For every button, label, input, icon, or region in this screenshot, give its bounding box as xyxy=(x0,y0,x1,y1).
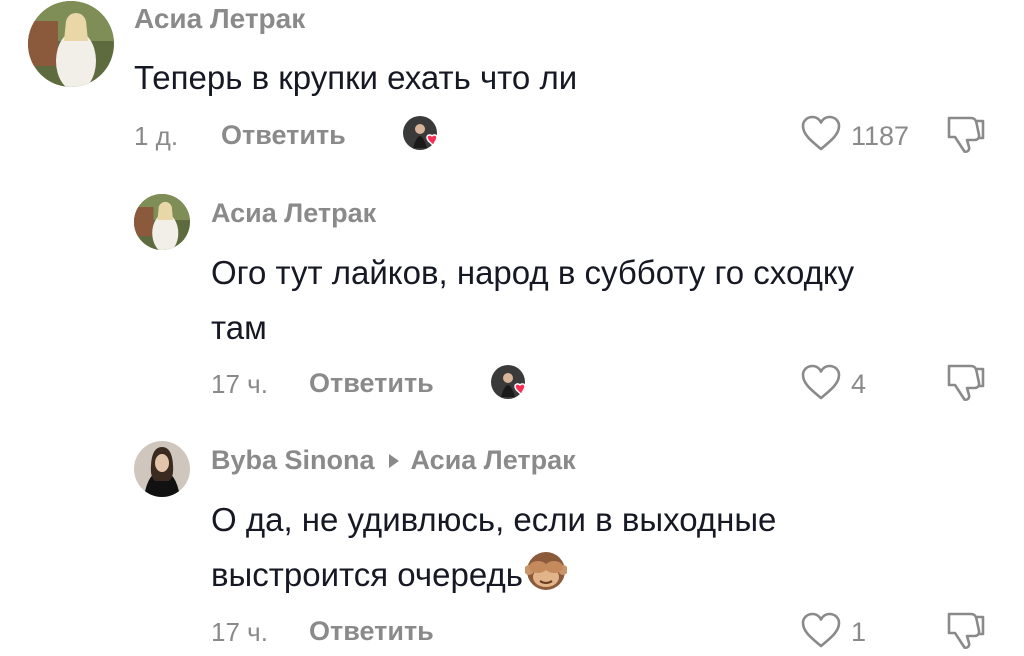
avatar[interactable] xyxy=(28,1,114,87)
comment-author[interactable]: Асиа Летрак xyxy=(211,198,376,229)
avatar[interactable] xyxy=(134,441,190,497)
avatar[interactable] xyxy=(134,194,190,250)
comment-text: выстроится очередь xyxy=(211,556,523,593)
comment-time: 17 ч. xyxy=(211,617,268,647)
comment-author: Byba Sinona Асиа Летрак xyxy=(211,445,576,476)
creator-liked-badge xyxy=(491,365,527,401)
comment-author[interactable]: Асиа Летрак xyxy=(134,3,305,35)
heart-outline-icon[interactable] xyxy=(800,363,842,406)
comment-time: 1 д. xyxy=(134,121,179,151)
reply-button[interactable]: Ответить xyxy=(309,616,434,647)
reply-to-arrow-icon xyxy=(388,453,399,468)
comment-text-line-1: О да, не удивлюсь, если в выходные xyxy=(211,501,777,538)
like-count: 1187 xyxy=(851,121,910,151)
thumbs-down-icon[interactable] xyxy=(943,361,989,408)
comment-text-line-2: там xyxy=(211,309,267,346)
comment-text-line-1: Ого тут лайков, народ в субботу го сходк… xyxy=(211,254,855,291)
heart-outline-icon[interactable] xyxy=(800,611,842,654)
comment-time: 17 ч. xyxy=(211,369,268,399)
comment-text: Теперь в крупки ехать что ли xyxy=(134,59,578,96)
reply-button[interactable]: Ответить xyxy=(221,120,346,151)
creator-liked-badge xyxy=(403,116,439,152)
thumbs-down-icon[interactable] xyxy=(943,609,989,656)
see-no-evil-monkey-icon xyxy=(523,550,568,592)
reply-button[interactable]: Ответить xyxy=(309,368,434,399)
author-name[interactable]: Byba Sinona xyxy=(211,445,375,475)
like-count: 4 xyxy=(851,369,867,399)
comment-text-line-2: выстроится очередь xyxy=(211,547,568,602)
like-count: 1 xyxy=(851,617,867,647)
reply-to-name[interactable]: Асиа Летрак xyxy=(411,445,576,475)
heart-outline-icon[interactable] xyxy=(800,114,842,157)
thumbs-down-icon[interactable] xyxy=(943,113,989,160)
